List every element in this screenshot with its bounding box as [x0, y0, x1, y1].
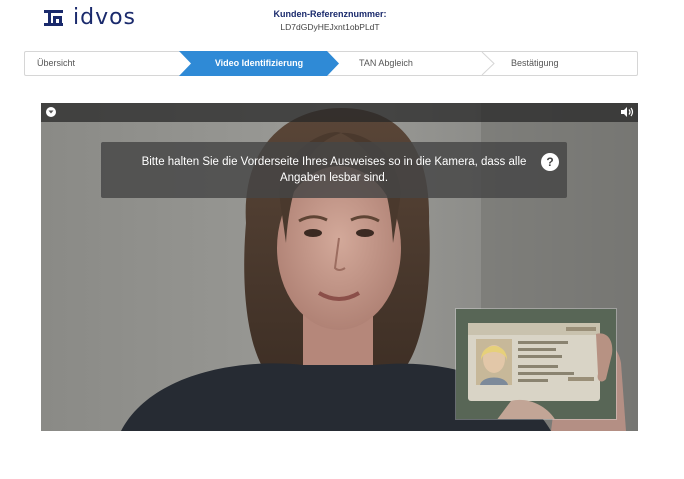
reference-label: Kunden-Referenznummer: — [273, 9, 387, 19]
instruction-text: Bitte halten Sie die Vorderseite Ihres A… — [141, 156, 527, 184]
video-control-bar — [41, 103, 638, 122]
video-stream: Bitte halten Sie die Vorderseite Ihres A… — [41, 103, 638, 431]
help-icon[interactable]: ? — [541, 153, 559, 171]
shield-icon[interactable] — [46, 107, 56, 117]
page-header: idvos Kunden-Referenznummer: LD7dGDyHEJx… — [0, 0, 684, 46]
logo-text: idvos — [73, 5, 137, 30]
step-confirmation: Bestätigung — [511, 58, 559, 68]
step-tan-comparison: TAN Abgleich — [359, 58, 413, 68]
step-video-identification-label: Video Identifizierung — [214, 58, 304, 68]
id-card-preview — [455, 308, 617, 420]
instruction-overlay: Bitte halten Sie die Vorderseite Ihres A… — [101, 142, 567, 198]
step-overview: Übersicht — [37, 58, 76, 68]
customer-reference: Kunden-Referenznummer: LD7dGDyHEJxnt1obP… — [250, 9, 410, 33]
id-card-camera-image — [456, 309, 616, 419]
progress-stepper: Übersicht Video Identifizierung TAN Abgl… — [24, 51, 638, 76]
step-video-identification: Video Identifizierung — [179, 51, 339, 76]
reference-value: LD7dGDyHEJxnt1obPLdT — [280, 22, 380, 32]
speaker-icon[interactable] — [620, 106, 634, 118]
idvos-logo: idvos — [44, 5, 137, 30]
step-separator-icon — [481, 52, 495, 75]
logo-mark-icon — [44, 10, 63, 26]
